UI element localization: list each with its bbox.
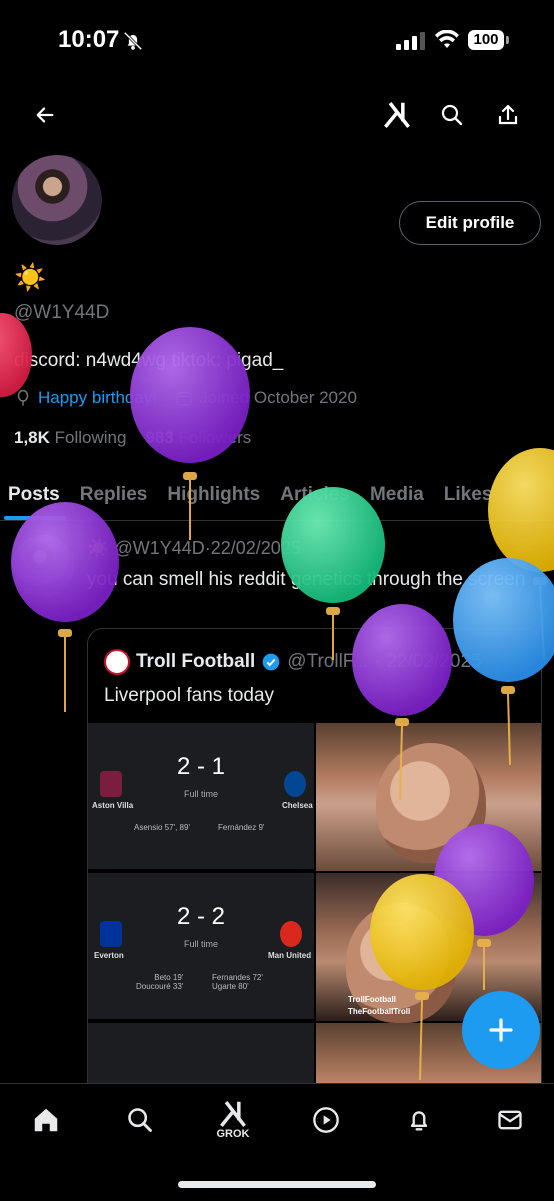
- status-time: 10:07: [58, 26, 120, 53]
- profile-handle: @W1Y44D: [14, 302, 110, 323]
- profile-avatar[interactable]: [12, 155, 102, 245]
- followers-label: Followers: [178, 428, 252, 447]
- tab-replies[interactable]: Replies: [70, 484, 158, 506]
- wifi-icon: [435, 30, 459, 48]
- followers-link[interactable]: 983 Followers: [145, 428, 251, 447]
- bell-muted-icon: [123, 31, 143, 51]
- away-scorers: Fernandes 72' Ugarte 80': [212, 973, 263, 991]
- home-scorers: Beto 19' Doucouré 33': [136, 973, 184, 991]
- match-card: 2 - 2 Full time Everton Man United Beto …: [88, 873, 314, 1021]
- follow-stats: 1,8K Following 983 Followers: [14, 428, 251, 448]
- nav-search[interactable]: [116, 1098, 164, 1142]
- match-status: Full time: [183, 789, 218, 799]
- match-score: 2 - 1: [176, 753, 226, 780]
- quote-author-name: Troll Football: [136, 651, 256, 672]
- followers-count: 983: [145, 428, 174, 447]
- post-emoji: ☀️: [87, 538, 110, 558]
- post-header: ☀️ @W1Y44D·22/02/2025: [87, 538, 301, 559]
- quote-date: 22/02/2025: [386, 651, 482, 672]
- balloon-icon: [17, 389, 29, 406]
- plus-icon: [489, 1018, 513, 1042]
- post-date: 22/02/2025: [210, 538, 301, 558]
- search-button[interactable]: [432, 95, 472, 135]
- nav-video[interactable]: [302, 1098, 350, 1142]
- nav-grok[interactable]: GROK: [209, 1098, 257, 1142]
- following-label: Following: [54, 428, 127, 447]
- tab-highlights[interactable]: Highlights: [157, 484, 270, 506]
- nav-messages[interactable]: [486, 1098, 534, 1142]
- post-handle[interactable]: @W1Y44D: [114, 538, 204, 558]
- tab-media[interactable]: Media: [360, 484, 434, 506]
- watermark-2: TheFootballTroll: [348, 1007, 411, 1016]
- cellular-signal-icon: [396, 32, 425, 50]
- post-text: you can smell his reddit genetics throug…: [87, 569, 526, 590]
- bell-icon: [410, 1111, 428, 1131]
- match-card: 2 - 1 Full time Aston Villa Chelsea Asen…: [88, 723, 314, 871]
- away-scorers: Fernández 9': [218, 823, 265, 832]
- quote-header: Troll Football @TrollF... · 22/02/2025: [104, 649, 482, 675]
- share-icon: [498, 104, 518, 125]
- watermark-1: TrollFootball: [348, 995, 396, 1004]
- birthday-link[interactable]: Happy birthday!: [38, 388, 157, 408]
- share-button[interactable]: [488, 95, 528, 135]
- away-team: Chelsea: [282, 801, 313, 810]
- back-button[interactable]: [25, 95, 65, 135]
- mail-icon: [498, 1110, 522, 1130]
- meme-image: [316, 723, 541, 871]
- grok-label: GROK: [216, 1128, 250, 1140]
- match-status: Full time: [183, 939, 218, 949]
- match-score: 2 - 2: [176, 903, 226, 930]
- battery-level: 100: [468, 30, 504, 50]
- home-icon: [34, 1108, 58, 1132]
- edit-profile-button[interactable]: Edit profile: [399, 201, 541, 245]
- following-count: 1,8K: [14, 428, 50, 447]
- home-team: Aston Villa: [92, 801, 134, 810]
- search-icon: [441, 104, 463, 126]
- play-icon: [313, 1107, 339, 1133]
- profile-bio: discord: n4wd4wg tiktok: pigad_: [14, 350, 284, 371]
- tab-articles[interactable]: Articles: [270, 484, 360, 506]
- compose-post-button[interactable]: [462, 991, 540, 1069]
- nav-notifications[interactable]: [395, 1098, 443, 1142]
- grok-icon: [384, 102, 410, 128]
- grok-icon: [220, 1101, 246, 1127]
- home-indicator: [178, 1181, 376, 1188]
- nav-home[interactable]: [22, 1098, 70, 1142]
- away-team: Man United: [268, 951, 312, 960]
- active-tab-indicator: [4, 516, 66, 520]
- quote-handle: @TrollF...: [287, 651, 369, 672]
- battery-indicator: 100: [468, 30, 512, 52]
- profile-emoji: ☀️: [14, 262, 47, 292]
- back-arrow-icon: [36, 107, 54, 123]
- troll-football-avatar: [104, 649, 130, 675]
- profile-tabs: Posts Replies Highlights Articles Media …: [0, 470, 554, 521]
- home-scorers: Asensio 57', 89': [134, 823, 190, 832]
- verified-badge-icon: [262, 653, 280, 671]
- tab-likes[interactable]: Likes: [434, 484, 503, 506]
- profile-meta: Happy birthday! Joined October 2020: [14, 388, 357, 408]
- following-link[interactable]: 1,8K Following: [14, 428, 126, 447]
- quote-separator: ·: [374, 651, 381, 672]
- post-avatar[interactable]: [12, 535, 74, 597]
- calendar-icon: [176, 392, 192, 406]
- grok-button[interactable]: [377, 95, 417, 135]
- joined-date: Joined October 2020: [199, 388, 357, 407]
- search-icon: [128, 1108, 152, 1132]
- quote-text: Liverpool fans today: [104, 685, 275, 706]
- home-team: Everton: [94, 951, 124, 960]
- tab-posts[interactable]: Posts: [0, 484, 70, 506]
